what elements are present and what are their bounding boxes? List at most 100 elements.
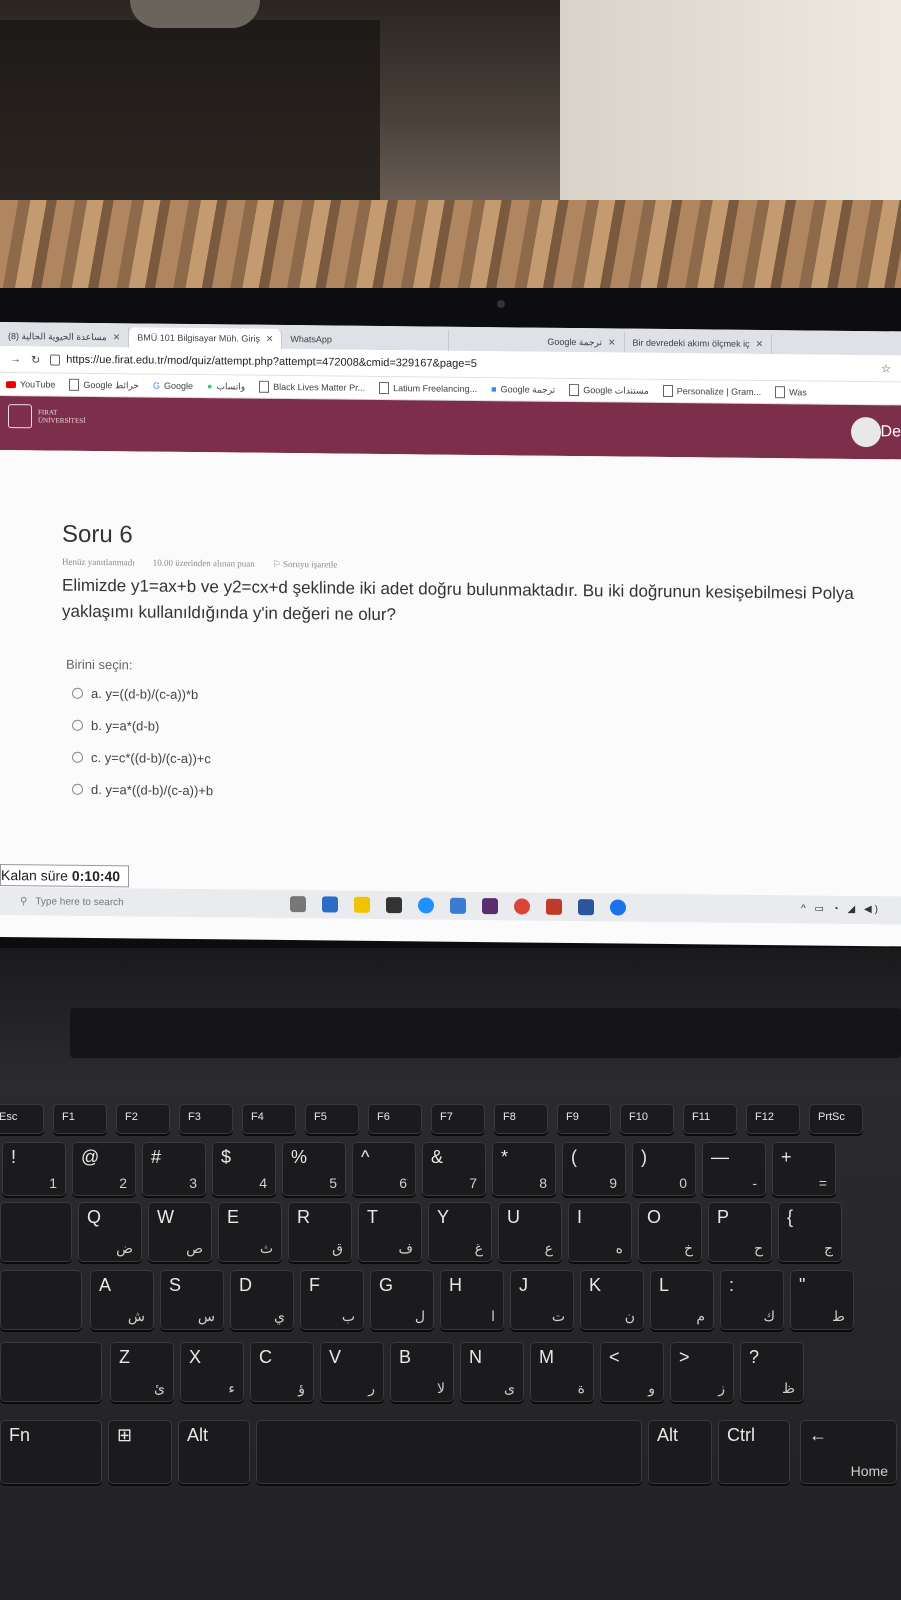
- key-alt-left[interactable]: Alt: [178, 1420, 250, 1484]
- browser-icon[interactable]: [610, 899, 626, 916]
- key-n[interactable]: Nى: [460, 1342, 524, 1402]
- tab-3[interactable]: Google ترجمة ✕: [539, 331, 625, 353]
- key-space[interactable]: [256, 1420, 642, 1484]
- key-r[interactable]: Rق: [288, 1202, 352, 1262]
- key-f9[interactable]: F9: [557, 1104, 611, 1134]
- task-view-icon[interactable]: [290, 896, 306, 913]
- bookmark-latium[interactable]: Latium Freelancing...: [379, 381, 477, 395]
- key-home[interactable]: ← Home: [800, 1420, 897, 1484]
- key-f7[interactable]: F7: [431, 1104, 485, 1134]
- key-b[interactable]: B لا: [390, 1342, 454, 1402]
- key-x[interactable]: Xء: [180, 1342, 244, 1402]
- bookmark-youtube[interactable]: YouTube: [6, 379, 55, 390]
- answer-option-a[interactable]: a. y=((d-b)/(c-a))*b: [72, 677, 213, 710]
- key-c[interactable]: Cؤ: [250, 1342, 314, 1402]
- answer-option-b[interactable]: b. y=a*(d-b): [72, 709, 213, 742]
- key-k[interactable]: Kن: [580, 1270, 644, 1330]
- key-z[interactable]: Zئ: [110, 1342, 174, 1402]
- key-0[interactable]: ) 0: [632, 1142, 696, 1196]
- key-1[interactable]: ! 1: [2, 1142, 66, 1196]
- app-icon[interactable]: [482, 898, 498, 915]
- bookmark-grammarly[interactable]: Personalize | Gram...: [662, 384, 761, 398]
- key-f10[interactable]: F10: [620, 1104, 674, 1134]
- key-u[interactable]: Uع: [498, 1202, 562, 1262]
- key-4[interactable]: $4: [212, 1142, 276, 1196]
- key-9[interactable]: (9: [562, 1142, 626, 1196]
- bookmark-was[interactable]: Was: [775, 386, 807, 399]
- key-e[interactable]: Eث: [218, 1202, 282, 1262]
- mail-icon[interactable]: [450, 897, 466, 914]
- key-f6[interactable]: F6: [368, 1104, 422, 1134]
- bookmark-google[interactable]: G Google: [153, 381, 193, 391]
- key-f11[interactable]: F11: [683, 1104, 737, 1134]
- key-s[interactable]: Sس: [160, 1270, 224, 1330]
- answer-option-d[interactable]: d. y=a*((d-b)/(c-a))+b: [72, 773, 213, 806]
- edge-icon[interactable]: [418, 897, 434, 914]
- key-w[interactable]: Wص: [148, 1202, 212, 1262]
- key-f[interactable]: Fب: [300, 1270, 364, 1330]
- bookmark-docs[interactable]: Google مستندات: [569, 383, 649, 397]
- key-esc[interactable]: Esc: [0, 1104, 44, 1134]
- tab-0[interactable]: مساعدة الحيوية الحالية (8) ✕: [0, 326, 130, 348]
- key-prtsc[interactable]: PrtSc: [809, 1104, 863, 1134]
- store-icon[interactable]: [386, 897, 402, 914]
- key-=[interactable]: + =: [772, 1142, 836, 1196]
- answer-option-c[interactable]: c. y=c*((d-b)/(c-a))+c: [72, 741, 213, 774]
- file-explorer-icon[interactable]: [354, 896, 370, 913]
- outlook-icon[interactable]: [322, 896, 338, 913]
- key-fn[interactable]: Fn: [0, 1420, 102, 1484]
- key-2[interactable]: @2: [72, 1142, 136, 1196]
- close-icon[interactable]: ✕: [113, 332, 121, 343]
- university-logo[interactable]: FIRAT ÜNİVERSİTESİ: [8, 404, 85, 429]
- key-h[interactable]: Hا: [440, 1270, 504, 1330]
- key--[interactable]: — -: [702, 1142, 766, 1196]
- key-j[interactable]: Jت: [510, 1270, 574, 1330]
- key-f5[interactable]: F5: [305, 1104, 359, 1134]
- avatar[interactable]: [851, 416, 881, 448]
- key-windows[interactable]: ⊞: [108, 1420, 172, 1484]
- system-tray[interactable]: ^ ▭ ◔ ◢ ◀): [801, 903, 881, 915]
- key-6[interactable]: ^ 6: [352, 1142, 416, 1196]
- key-{[interactable]: {ج: [778, 1202, 842, 1262]
- radio-button[interactable]: [72, 783, 83, 795]
- key-punct-7[interactable]: < و: [600, 1342, 664, 1402]
- key-f2[interactable]: F2: [116, 1104, 170, 1134]
- key-caps[interactable]: [0, 1270, 82, 1330]
- bookmark-google-maps[interactable]: Google خرائط: [69, 378, 139, 392]
- key-8[interactable]: * 8: [492, 1142, 556, 1196]
- key-3[interactable]: #3: [142, 1142, 206, 1196]
- key-ctrl-right[interactable]: Ctrl: [718, 1420, 790, 1484]
- key-i[interactable]: Iه: [568, 1202, 632, 1262]
- close-icon[interactable]: ✕: [608, 337, 616, 348]
- key-shift-left[interactable]: [0, 1342, 102, 1402]
- bookmark-translate[interactable]: ■ Google ترجمة: [491, 384, 555, 396]
- key-m[interactable]: Mة: [530, 1342, 594, 1402]
- bookmark-whatsapp[interactable]: ● واتساب: [207, 381, 245, 392]
- key-f8[interactable]: F8: [494, 1104, 548, 1134]
- url-field[interactable]: https://ue.firat.edu.tr/mod/quiz/attempt…: [50, 354, 871, 375]
- radio-button[interactable]: [72, 687, 83, 699]
- key-f3[interactable]: F3: [179, 1104, 233, 1134]
- tab-2[interactable]: WhatsApp: [282, 328, 450, 351]
- key-q[interactable]: Qض: [78, 1202, 142, 1262]
- key-g[interactable]: Gل: [370, 1270, 434, 1330]
- key-y[interactable]: Yغ: [428, 1202, 492, 1262]
- close-icon[interactable]: ✕: [266, 333, 274, 344]
- key-l[interactable]: Lم: [650, 1270, 714, 1330]
- key-punct-10[interactable]: " ط: [790, 1270, 854, 1330]
- key-punct-9[interactable]: :ك: [720, 1270, 784, 1330]
- key-7[interactable]: & 7: [422, 1142, 486, 1196]
- key-f4[interactable]: F4: [242, 1104, 296, 1134]
- bookmark-blm[interactable]: Black Lives Matter Pr...: [259, 380, 365, 394]
- reload-icon[interactable]: ↻: [31, 353, 40, 366]
- tab-4[interactable]: Bir devredeki akımı ölçmek iç ✕: [624, 332, 773, 355]
- radio-button[interactable]: [72, 719, 83, 731]
- key-punct-9[interactable]: ? ظ: [740, 1342, 804, 1402]
- key-d[interactable]: Dي: [230, 1270, 294, 1330]
- key-v[interactable]: Vر: [320, 1342, 384, 1402]
- key-alt-right[interactable]: Alt: [648, 1420, 712, 1484]
- key-f12[interactable]: F12: [746, 1104, 800, 1134]
- key-o[interactable]: Oخ: [638, 1202, 702, 1262]
- key-a[interactable]: Aش: [90, 1270, 154, 1330]
- flag-question-link[interactable]: ⚐ Soruyu işaretle: [273, 559, 338, 571]
